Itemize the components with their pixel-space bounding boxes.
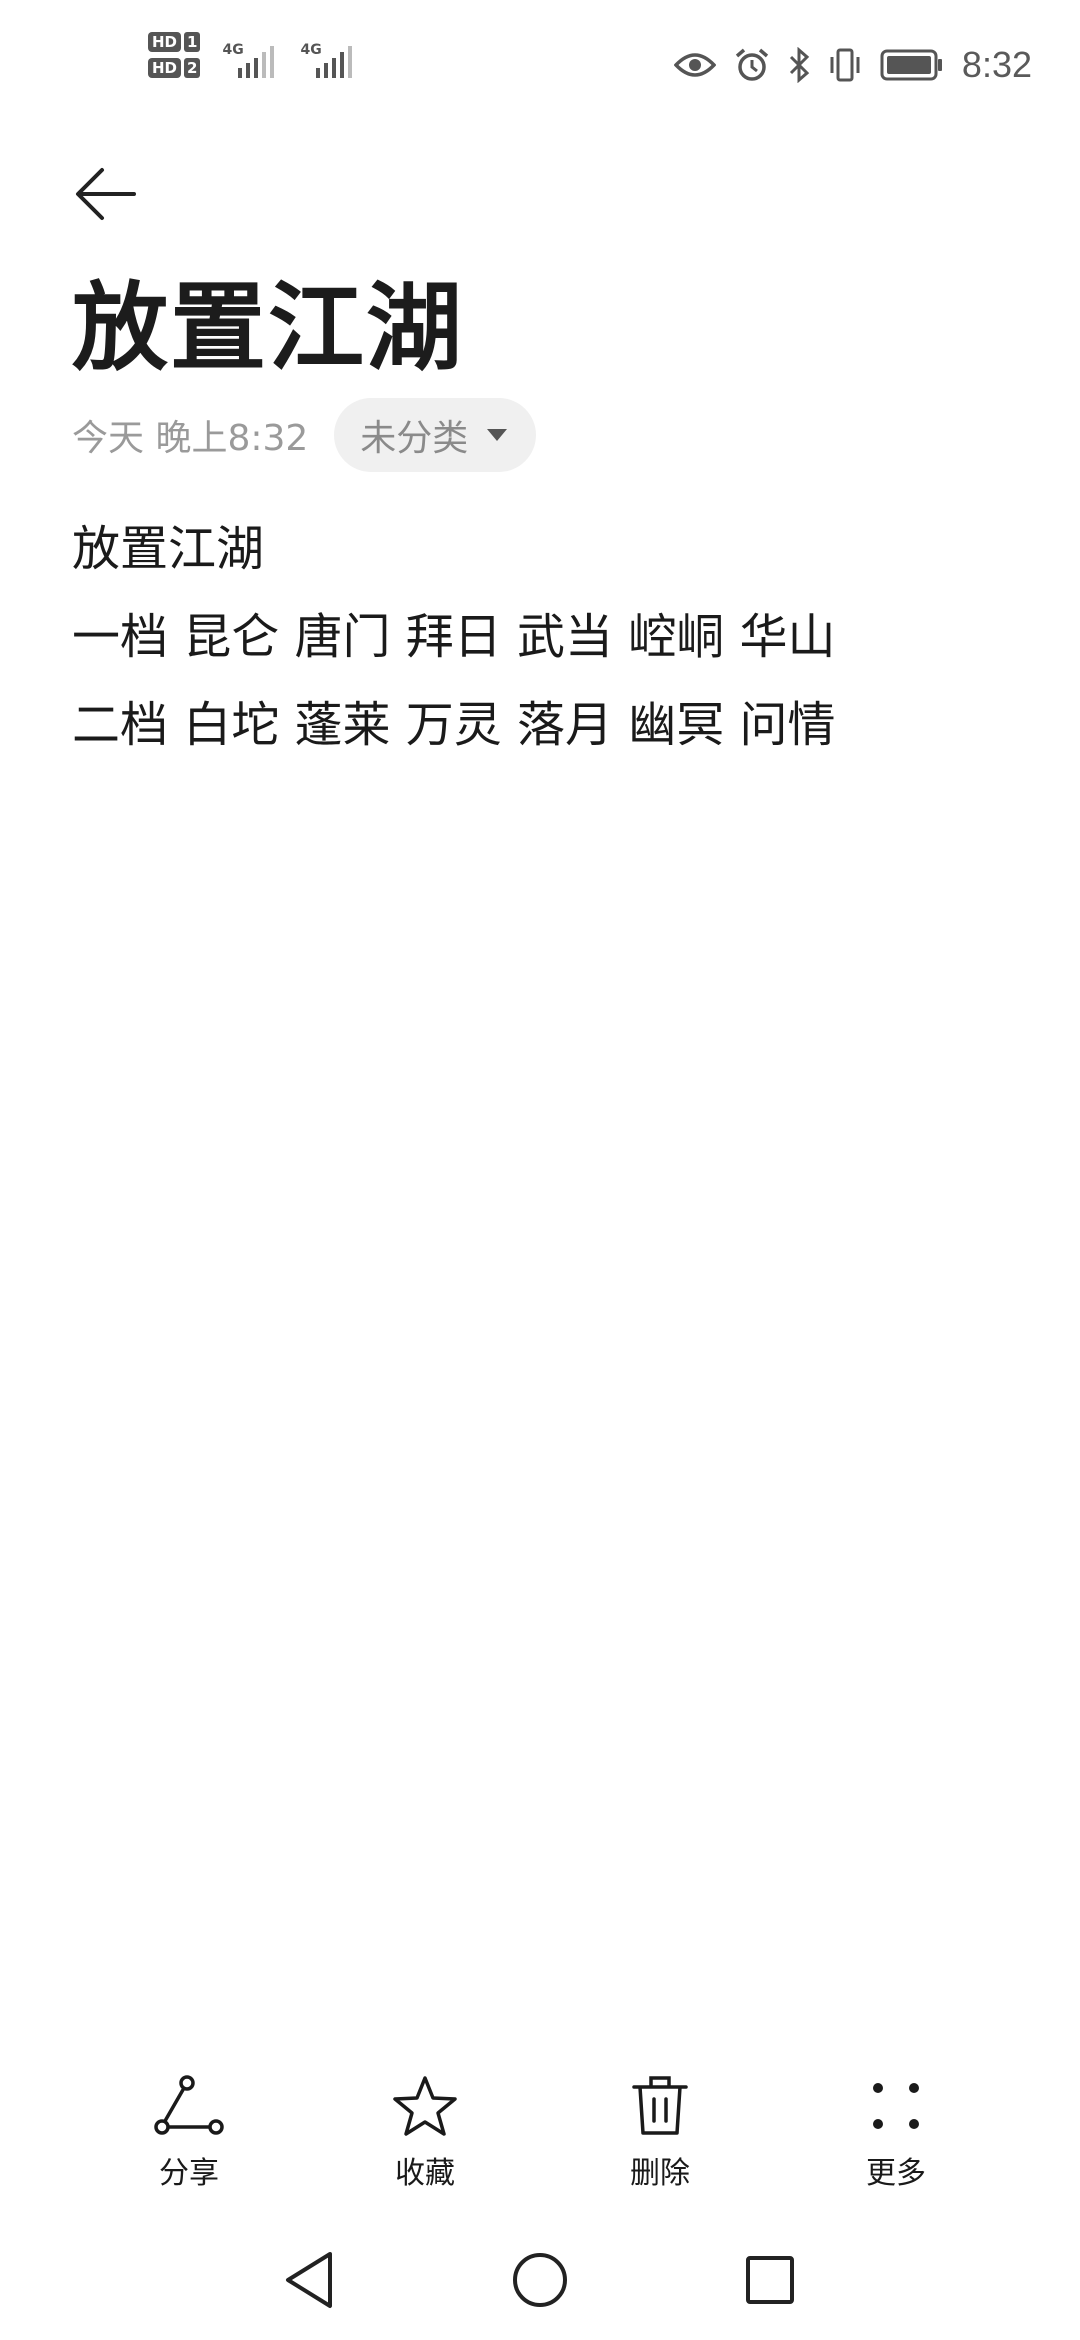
delete-label: 删除 xyxy=(630,2156,690,2191)
note-line: 一档 昆仑 唐门 拜日 武当 崆峒 华山 xyxy=(72,609,836,665)
note-title[interactable]: 放置江湖 xyxy=(72,268,464,388)
arrow-left-icon xyxy=(76,168,136,220)
category-label: 未分类 xyxy=(360,418,469,459)
dropdown-triangle-icon xyxy=(487,429,508,441)
battery-icon xyxy=(880,49,942,81)
nav-home-button[interactable] xyxy=(500,2240,580,2320)
sim-number: 1 xyxy=(184,32,201,52)
bluetooth-icon xyxy=(789,47,810,83)
signal-icon xyxy=(316,46,353,78)
share-icon xyxy=(154,2075,224,2135)
note-line: 二档 白坨 蓬莱 万灵 落月 幽冥 问情 xyxy=(72,697,836,753)
note-timestamp: 今天 晚上8:32 xyxy=(72,418,309,459)
category-selector[interactable]: 未分类 xyxy=(334,398,537,472)
back-triangle-icon xyxy=(286,2252,332,2308)
sim-indicators: HD 1 HD 2 4G 4G xyxy=(148,32,356,80)
trash-icon xyxy=(632,2076,688,2135)
nav-recents-button[interactable] xyxy=(730,2240,810,2320)
network-1: 4G xyxy=(222,32,278,80)
favorite-button[interactable]: 收藏 xyxy=(345,2070,505,2192)
favorite-label: 收藏 xyxy=(395,2156,455,2191)
status-bar: HD 1 HD 2 4G 4G 8:32 xyxy=(0,0,1080,130)
sim1-hd-badge: HD 1 xyxy=(148,32,201,52)
delete-button[interactable]: 删除 xyxy=(580,2070,740,2192)
signal-icon xyxy=(238,46,275,78)
note-content[interactable]: 放置江湖 一档 昆仑 唐门 拜日 武当 崆峒 华山 二档 白坨 蓬莱 万灵 落月… xyxy=(72,505,1008,769)
system-nav-bar xyxy=(0,2240,1080,2340)
alarm-icon xyxy=(735,48,769,81)
vibrate-icon xyxy=(830,48,860,82)
more-button[interactable]: 更多 xyxy=(816,2070,976,2192)
share-button[interactable]: 分享 xyxy=(109,2070,269,2192)
note-line: 放置江湖 xyxy=(72,521,265,577)
more-label: 更多 xyxy=(866,2156,926,2191)
sim2-hd-badge: HD 2 xyxy=(148,58,201,78)
nav-back-button[interactable] xyxy=(270,2240,350,2320)
network-2: 4G xyxy=(300,32,356,80)
more-dots-icon xyxy=(873,2083,919,2129)
hd-label: HD xyxy=(148,58,182,78)
home-circle-icon xyxy=(513,2253,567,2307)
note-meta: 今天 晚上8:32 未分类 xyxy=(72,398,537,472)
bottom-toolbar: 分享 收藏 删除 更多 xyxy=(0,2070,1080,2200)
hd-label: HD xyxy=(148,32,182,52)
clock: 8:32 xyxy=(961,44,1032,85)
share-label: 分享 xyxy=(159,2156,219,2191)
star-icon xyxy=(393,2076,457,2136)
eye-icon xyxy=(673,53,716,77)
status-icons: 8:32 xyxy=(673,44,1032,86)
recents-square-icon xyxy=(746,2256,794,2304)
sim-number: 2 xyxy=(184,58,201,78)
back-button[interactable] xyxy=(68,156,144,232)
